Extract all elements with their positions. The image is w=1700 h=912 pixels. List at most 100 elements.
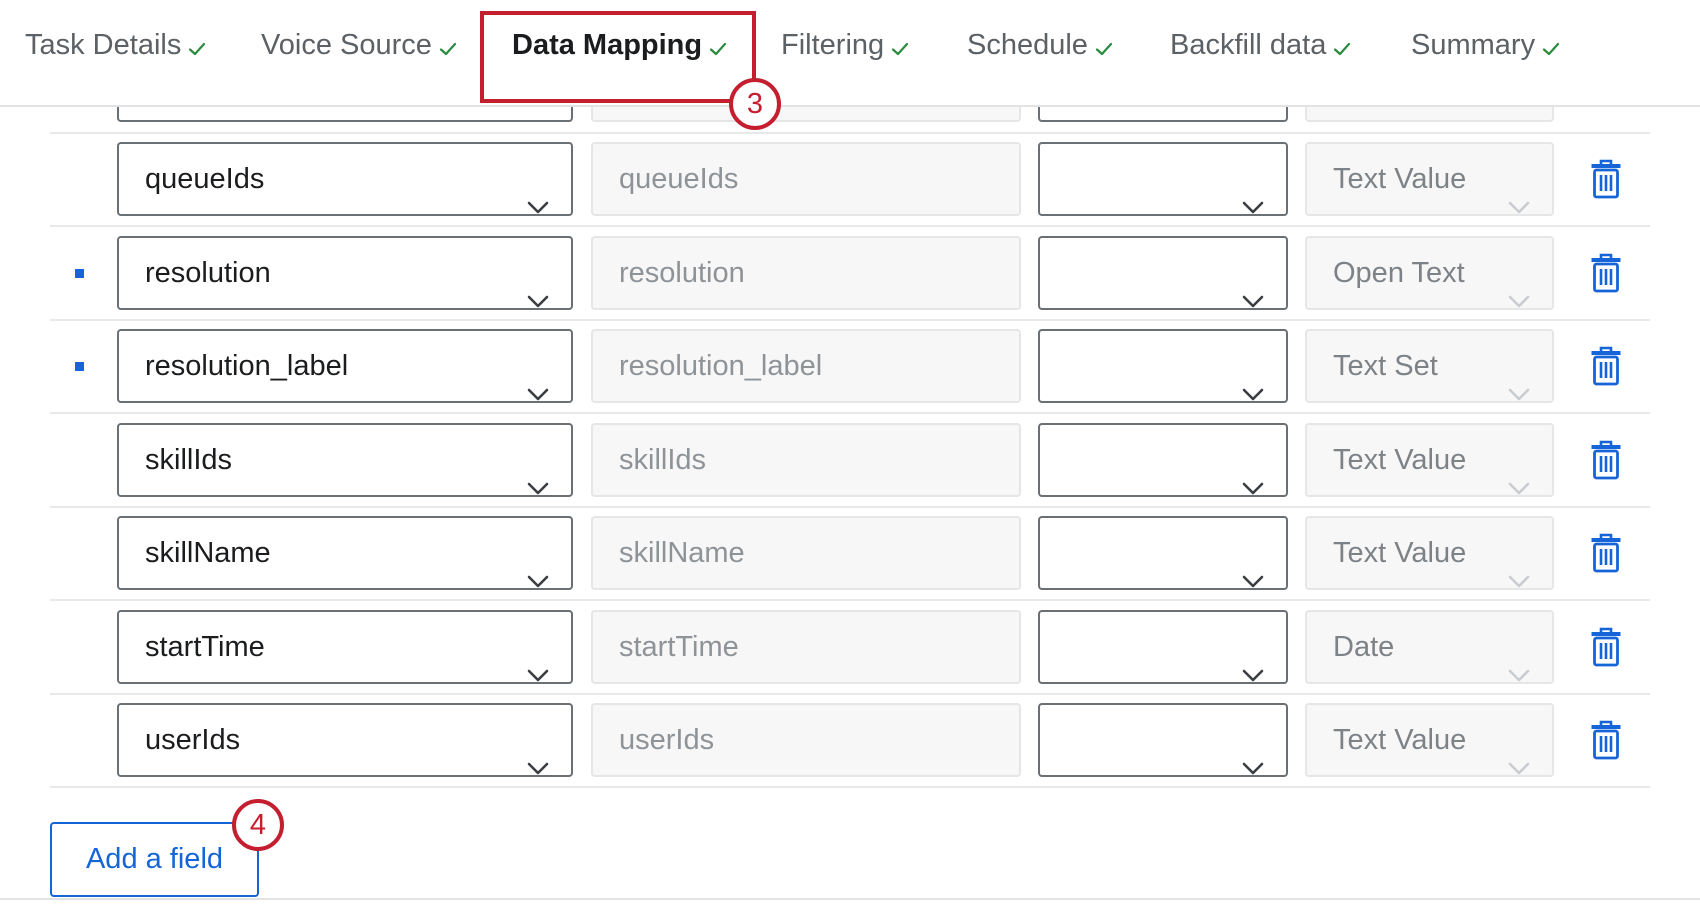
source-field-value: skillIds [145, 444, 233, 476]
check-icon [439, 42, 457, 56]
footer-divider [0, 898, 1700, 900]
chevron-down-icon [527, 732, 549, 775]
chevron-down-icon [527, 171, 549, 214]
row-divider [50, 132, 1650, 134]
field-name-input: resolution [591, 236, 1021, 310]
check-icon [188, 42, 206, 56]
field-name-value: skillIds [619, 444, 707, 476]
trash-icon [1590, 533, 1622, 573]
row-divider [50, 412, 1650, 414]
chevron-down-icon [1508, 265, 1530, 308]
check-icon [1542, 42, 1560, 56]
chevron-down-icon [527, 452, 549, 495]
tab-filtering[interactable]: Filtering [781, 24, 909, 66]
source-field-value: resolution_label [145, 350, 349, 382]
mapping-select[interactable] [1038, 423, 1288, 497]
trash-icon [1590, 159, 1622, 199]
source-field-select[interactable]: skillIds [117, 423, 573, 497]
check-icon [709, 42, 727, 56]
row-divider [50, 786, 1650, 788]
source-field-value: skillName [145, 537, 271, 569]
field-name-input: startTime [591, 610, 1021, 684]
source-field-select[interactable]: skillName [117, 516, 573, 590]
source-field-select[interactable]: queueIds [117, 142, 573, 216]
wizard-tab-bar: Task Details Voice Source Data Mapping F… [0, 0, 1700, 107]
delete-row-button[interactable] [1590, 533, 1622, 573]
field-type-value: Text Value [1333, 444, 1467, 476]
field-type-value: Text Set [1333, 350, 1438, 382]
tab-label: Summary [1411, 29, 1536, 61]
chevron-down-icon [1242, 265, 1264, 308]
required-indicator [75, 269, 84, 278]
delete-row-button[interactable] [1590, 346, 1622, 386]
chevron-down-icon [1242, 545, 1264, 588]
chevron-down-icon [1242, 732, 1264, 775]
chevron-down-icon [527, 545, 549, 588]
trash-icon [1590, 440, 1622, 480]
tab-summary[interactable]: Summary [1411, 24, 1560, 66]
source-field-select[interactable]: resolution_label [117, 329, 573, 403]
chevron-down-icon [1508, 452, 1530, 495]
tab-task-details[interactable]: Task Details [25, 24, 206, 66]
step-4-callout: 4 [232, 799, 284, 851]
source-field-select[interactable]: resolution [117, 236, 573, 310]
row-divider [50, 319, 1650, 321]
source-field-value: startTime [145, 631, 265, 663]
tab-label: Filtering [781, 29, 885, 61]
delete-row-button[interactable] [1590, 159, 1622, 199]
delete-row-button[interactable] [1590, 627, 1622, 667]
field-type-value: Text Value [1333, 537, 1467, 569]
trash-icon [1590, 346, 1622, 386]
trash-icon [1590, 627, 1622, 667]
source-field-select[interactable]: startTime [117, 610, 573, 684]
chevron-down-icon [527, 639, 549, 682]
chevron-down-icon [1242, 171, 1264, 214]
trash-icon [1590, 720, 1622, 760]
tab-voice-source[interactable]: Voice Source [261, 24, 457, 66]
chevron-down-icon [1508, 639, 1530, 682]
chevron-down-icon [1508, 732, 1530, 775]
field-type-value: Text Value [1333, 163, 1467, 195]
chevron-down-icon [527, 358, 549, 401]
field-name-value: skillName [619, 537, 745, 569]
chevron-down-icon [527, 265, 549, 308]
field-name-input: queueIds [591, 142, 1021, 216]
field-type-select: Text Value [1305, 703, 1554, 777]
chevron-down-icon [1242, 452, 1264, 495]
mapping-select[interactable] [1038, 703, 1288, 777]
check-icon [891, 42, 909, 56]
trash-icon [1590, 253, 1622, 293]
tab-label: Backfill data [1170, 29, 1327, 61]
check-icon [1333, 42, 1351, 56]
mapping-select[interactable] [1038, 236, 1288, 310]
field-name-value: userIds [619, 724, 715, 756]
chevron-down-icon [1242, 639, 1264, 682]
row-divider [50, 599, 1650, 601]
source-field-value: resolution [145, 257, 271, 289]
field-type-value: Open Text [1333, 257, 1465, 289]
tab-backfill-data[interactable]: Backfill data [1170, 24, 1351, 66]
row-divider [50, 506, 1650, 508]
source-field-value: queueIds [145, 163, 265, 195]
field-name-value: resolution [619, 257, 745, 289]
mapping-select[interactable] [1038, 610, 1288, 684]
mapping-select[interactable] [1038, 142, 1288, 216]
tab-schedule[interactable]: Schedule [967, 24, 1113, 66]
tab-label: Voice Source [261, 29, 432, 61]
mapping-select[interactable] [1038, 329, 1288, 403]
field-name-input: userIds [591, 703, 1021, 777]
delete-row-button[interactable] [1590, 253, 1622, 293]
delete-row-button[interactable] [1590, 720, 1622, 760]
source-field-select[interactable]: userIds [117, 703, 573, 777]
field-name-value: resolution_label [619, 350, 823, 382]
field-name-input: skillName [591, 516, 1021, 590]
mapping-select[interactable] [1038, 516, 1288, 590]
tab-label: Task Details [25, 29, 182, 61]
add-field-button[interactable]: Add a field [50, 822, 259, 897]
field-type-select: Text Value [1305, 516, 1554, 590]
field-type-select: Text Value [1305, 142, 1554, 216]
step-3-callout: 3 [729, 78, 781, 130]
tab-data-mapping[interactable]: Data Mapping [512, 24, 727, 66]
field-type-select: Date [1305, 610, 1554, 684]
delete-row-button[interactable] [1590, 440, 1622, 480]
